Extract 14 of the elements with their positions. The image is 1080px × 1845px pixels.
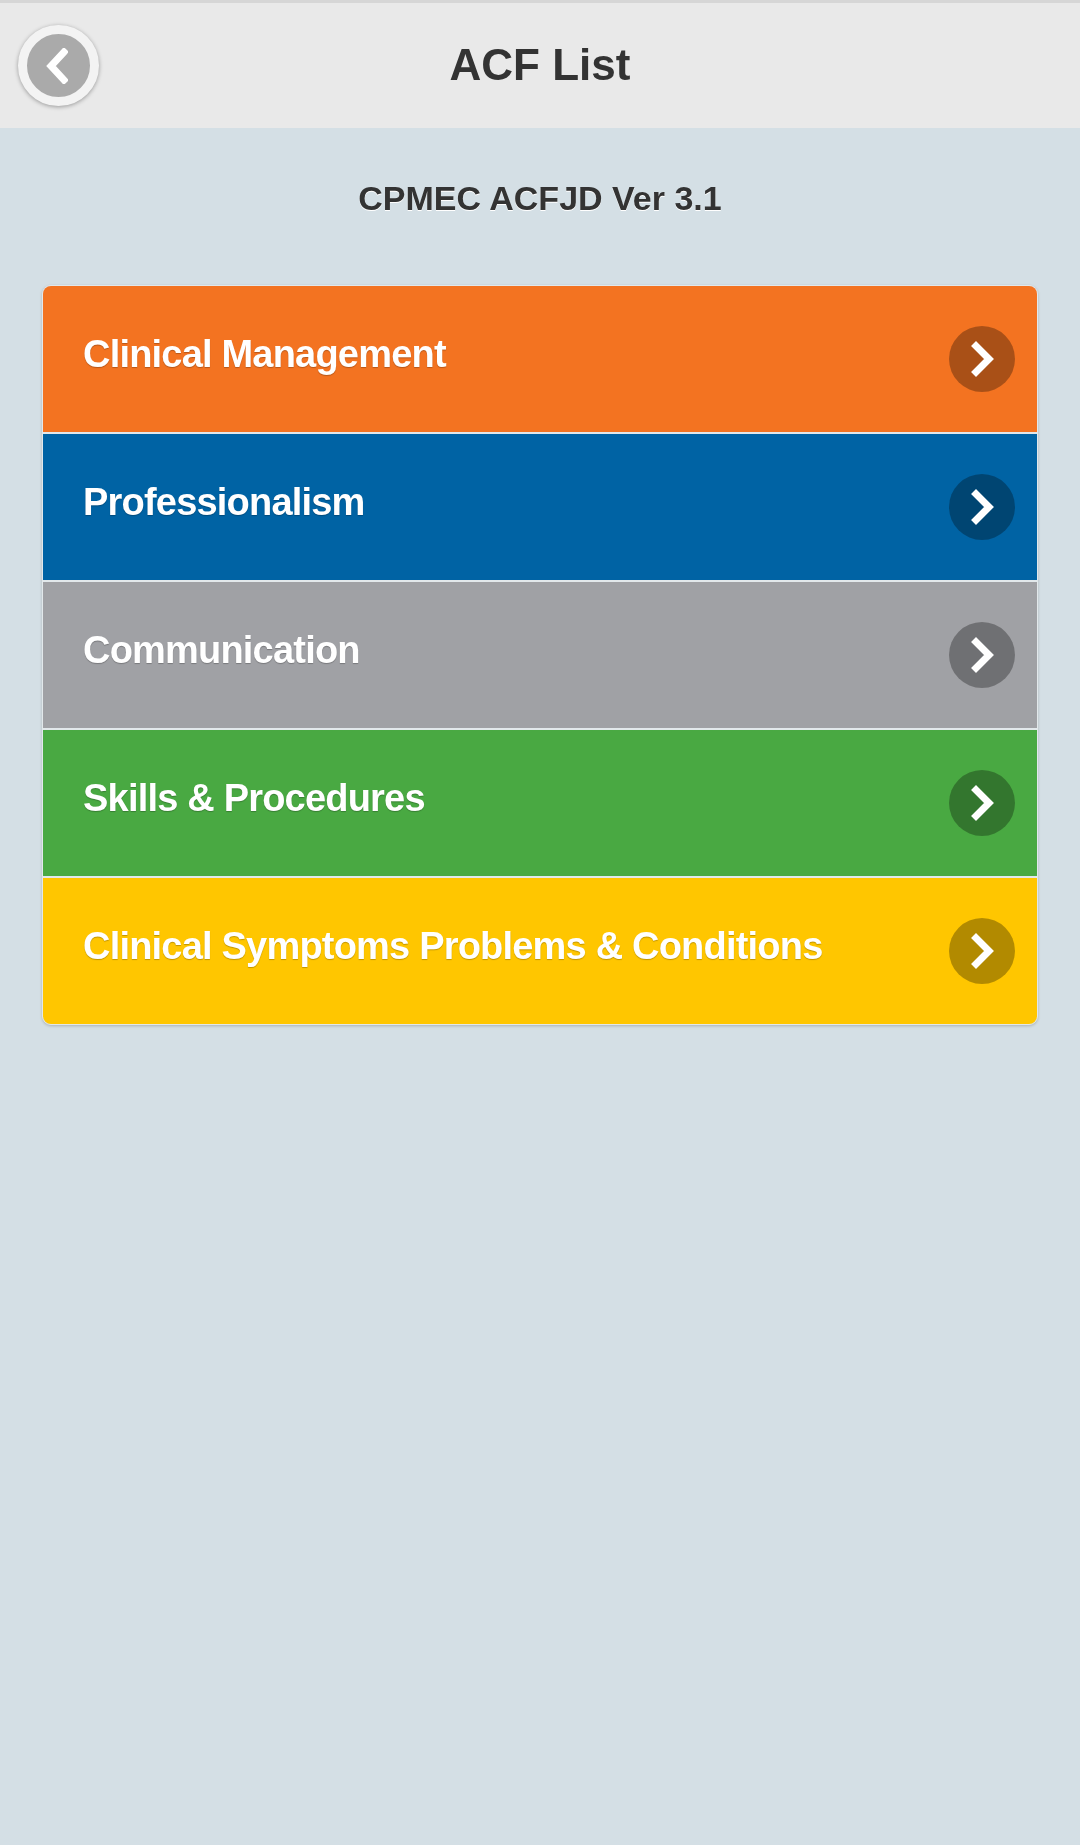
chevron-right-icon xyxy=(949,769,1015,836)
menu-item[interactable]: Professionalism xyxy=(43,433,1037,580)
menu-item[interactable]: Clinical Management xyxy=(43,285,1037,432)
chevron-right-icon xyxy=(949,917,1015,984)
chevron-right-icon xyxy=(949,325,1015,392)
version-subtitle: CPMEC ACFJD Ver 3.1 xyxy=(357,178,723,219)
chevron-right-icon xyxy=(949,473,1015,540)
menu-item[interactable]: Communication xyxy=(43,581,1037,728)
menu-item[interactable]: Skills & Procedures xyxy=(43,729,1037,876)
menu-item[interactable]: Clinical Symptoms Problems & Conditions xyxy=(43,877,1037,1024)
back-button[interactable] xyxy=(18,25,99,106)
chevron-right-icon xyxy=(949,621,1015,688)
chevron-left-icon xyxy=(45,47,68,84)
page-title: ACF List xyxy=(448,39,632,92)
